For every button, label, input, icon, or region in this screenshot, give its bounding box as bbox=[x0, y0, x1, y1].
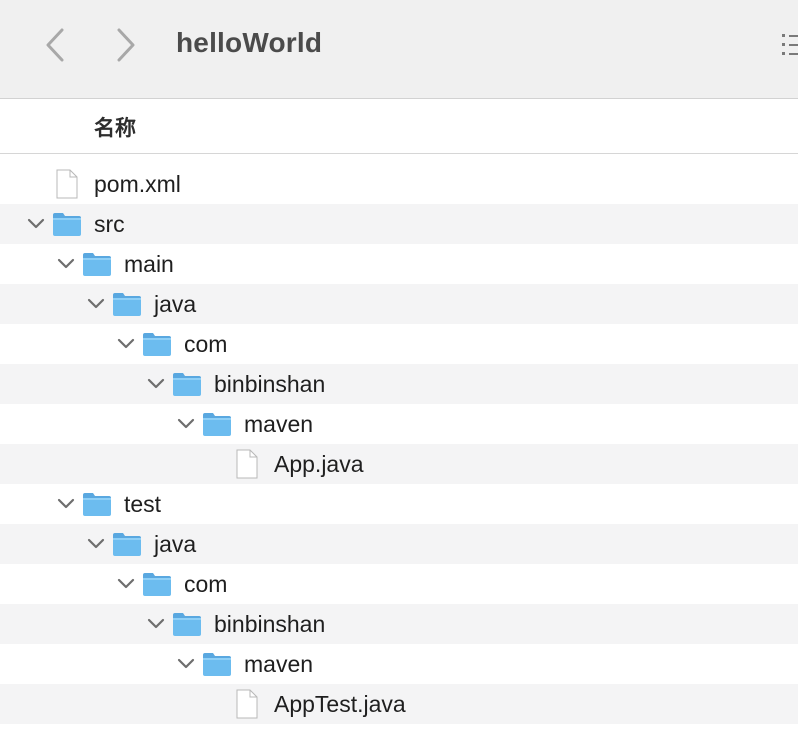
folder-icon bbox=[173, 373, 201, 396]
folder-row[interactable]: maven bbox=[0, 404, 798, 444]
folder-row[interactable]: java bbox=[0, 284, 798, 324]
folder-icon bbox=[203, 413, 231, 436]
chevron-down-icon[interactable] bbox=[117, 575, 135, 593]
list-view-icon bbox=[782, 34, 798, 55]
document-icon bbox=[236, 689, 258, 719]
chevron-down-icon[interactable] bbox=[117, 335, 135, 353]
folder-icon bbox=[143, 573, 171, 596]
chevron-down-icon[interactable] bbox=[27, 215, 45, 233]
item-name: binbinshan bbox=[214, 371, 326, 397]
folder-icon bbox=[113, 533, 141, 556]
item-name: java bbox=[154, 291, 197, 317]
chevron-right-icon bbox=[117, 28, 135, 62]
chevron-down-icon[interactable] bbox=[57, 255, 75, 273]
folder-row[interactable]: binbinshan bbox=[0, 364, 798, 404]
folder-icon bbox=[83, 493, 111, 516]
column-header: 名称 bbox=[0, 99, 798, 154]
item-name: java bbox=[154, 531, 197, 557]
item-name: test bbox=[124, 491, 162, 517]
chevron-down-icon[interactable] bbox=[177, 655, 195, 673]
item-name: App.java bbox=[274, 451, 364, 477]
file-list: pom.xml src main java com binbinshan maven App.… bbox=[0, 164, 798, 724]
file-row[interactable]: App.java bbox=[0, 444, 798, 484]
folder-row[interactable]: src bbox=[0, 204, 798, 244]
chevron-left-icon bbox=[46, 28, 64, 62]
folder-icon bbox=[83, 253, 111, 276]
folder-row[interactable]: com bbox=[0, 324, 798, 364]
folder-row[interactable]: binbinshan bbox=[0, 604, 798, 644]
list-view-button[interactable] bbox=[780, 30, 798, 60]
chevron-down-icon[interactable] bbox=[147, 615, 165, 633]
folder-row[interactable]: test bbox=[0, 484, 798, 524]
folder-row[interactable]: com bbox=[0, 564, 798, 604]
item-name: pom.xml bbox=[94, 171, 181, 197]
folder-icon bbox=[113, 293, 141, 316]
item-name: src bbox=[94, 211, 125, 237]
item-name: binbinshan bbox=[214, 611, 326, 637]
folder-row[interactable]: java bbox=[0, 524, 798, 564]
folder-icon bbox=[143, 333, 171, 356]
chevron-down-icon[interactable] bbox=[87, 535, 105, 553]
item-name: AppTest.java bbox=[274, 691, 406, 717]
folder-row[interactable]: maven bbox=[0, 644, 798, 684]
item-name: com bbox=[184, 331, 228, 357]
folder-row[interactable]: main bbox=[0, 244, 798, 284]
item-name: com bbox=[184, 571, 228, 597]
chevron-down-icon[interactable] bbox=[57, 495, 75, 513]
document-icon bbox=[56, 169, 78, 199]
folder-icon bbox=[203, 653, 231, 676]
chevron-down-icon[interactable] bbox=[147, 375, 165, 393]
document-icon bbox=[236, 449, 258, 479]
file-row[interactable]: AppTest.java bbox=[0, 684, 798, 724]
file-row[interactable]: pom.xml bbox=[0, 164, 798, 204]
folder-icon bbox=[53, 213, 81, 236]
back-button[interactable] bbox=[40, 26, 70, 64]
chevron-down-icon[interactable] bbox=[177, 415, 195, 433]
toolbar: helloWorld bbox=[0, 0, 798, 99]
name-column-header[interactable]: 名称 bbox=[94, 112, 136, 142]
item-name: main bbox=[124, 251, 174, 277]
folder-icon bbox=[173, 613, 201, 636]
forward-button[interactable] bbox=[111, 26, 141, 64]
window-title: helloWorld bbox=[176, 27, 323, 58]
item-name: maven bbox=[244, 411, 314, 437]
chevron-down-icon[interactable] bbox=[87, 295, 105, 313]
item-name: maven bbox=[244, 651, 314, 677]
